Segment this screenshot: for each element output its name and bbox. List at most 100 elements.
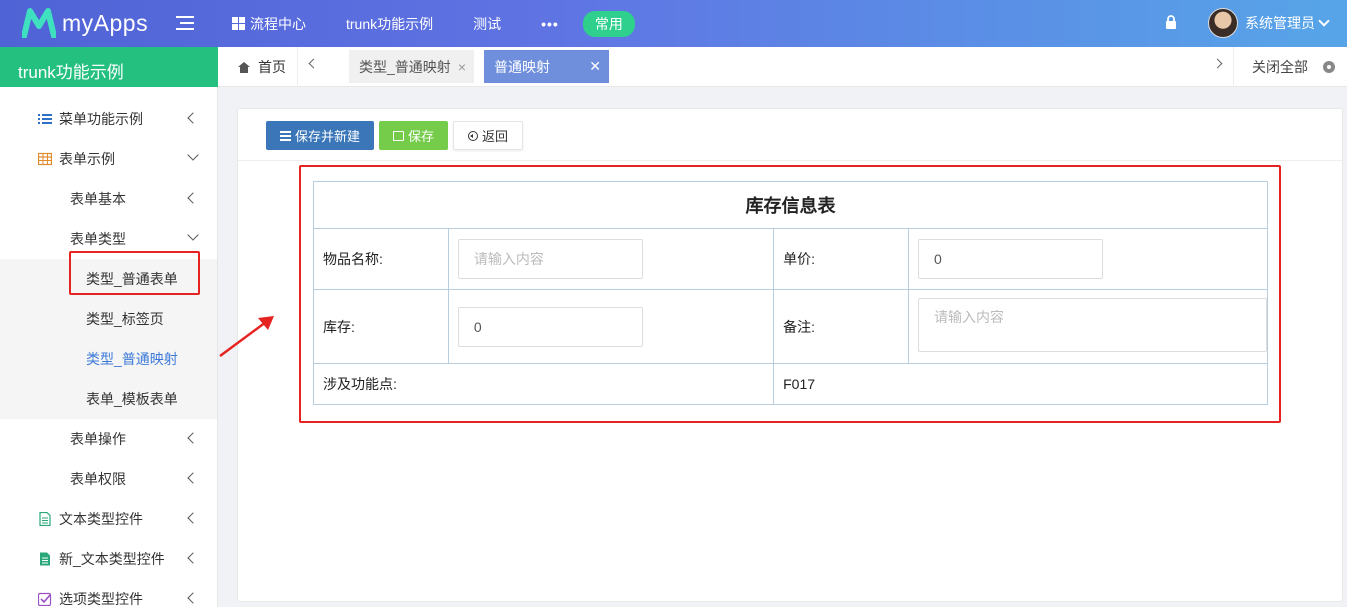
document-icon: [39, 512, 51, 526]
sidebar-item-label: 选项类型控件: [59, 591, 143, 607]
sidebar-item-option-controls[interactable]: 选项类型控件: [0, 579, 217, 607]
sidebar-item-text-controls[interactable]: 文本类型控件: [0, 499, 217, 539]
sidebar-header: trunk功能示例: [0, 47, 218, 87]
button-label: 返回: [481, 129, 508, 144]
feature-point-label: 涉及功能点:: [312, 363, 775, 405]
checkbox-icon: [38, 592, 52, 606]
tab-label: 类型_普通映射: [359, 58, 451, 75]
sidebar-item-form-permissions[interactable]: 表单权限: [0, 459, 217, 499]
item-name-cell: [447, 228, 775, 290]
feature-point-value: F017: [773, 363, 1268, 405]
nav-item-label: 测试: [473, 15, 502, 32]
nav-item-test[interactable]: 测试: [473, 14, 501, 34]
sidebar-item-label: 表单基本: [70, 191, 126, 207]
chevron-right-icon[interactable]: [1212, 58, 1223, 69]
stock-label: 库存:: [313, 289, 449, 364]
close-all-label: 关闭全部: [1252, 59, 1308, 75]
stock-input[interactable]: [457, 306, 643, 347]
logo-icon: [22, 8, 56, 38]
nav-item-process-center[interactable]: 流程中心: [232, 14, 306, 34]
chevron-left-icon: [187, 112, 199, 124]
stock-cell: [447, 289, 775, 364]
sidebar-item-type-tabs[interactable]: 类型_标签页: [0, 299, 217, 339]
sidebar-item-label: 类型_普通映射: [86, 351, 178, 367]
sidebar-item-form-types[interactable]: 表单类型: [0, 219, 217, 259]
form-title: 库存信息表: [313, 181, 1268, 229]
sidebar-item-label: 表单类型: [70, 231, 126, 247]
close-icon[interactable]: ✕: [589, 58, 601, 75]
button-label: 保存并新建: [294, 129, 360, 144]
gear-icon[interactable]: [1323, 61, 1335, 73]
sidebar-item-label: 表单示例: [59, 151, 115, 167]
grid-icon: [232, 17, 245, 30]
tab-bar: 首页 类型_普通映射 × 普通映射 ✕ 关闭全部: [218, 47, 1347, 87]
sidebar-item-form-operations[interactable]: 表单操作: [0, 419, 217, 459]
item-name-input[interactable]: [457, 239, 643, 279]
sidebar-item-label: 类型_标签页: [86, 311, 164, 327]
sidebar-item-label: 菜单功能示例: [59, 111, 143, 127]
annotation-arrow-icon: [219, 316, 274, 358]
sidebar-item-label: 表单权限: [70, 471, 126, 487]
avatar: [1208, 8, 1238, 38]
user-menu[interactable]: 系统管理员: [1208, 8, 1330, 38]
remark-textarea[interactable]: [918, 298, 1267, 352]
back-circle-icon: [467, 130, 478, 141]
menu-toggle-icon[interactable]: [176, 16, 194, 30]
sidebar-item-label: 新_文本类型控件: [59, 551, 165, 567]
lock-icon[interactable]: [1165, 15, 1177, 29]
form-toolbar: 保存并新建 保存 返回: [238, 109, 1342, 161]
inventory-form-table: 库存信息表 物品名称: 单价: 库存: 备注: 涉及功能点: F017: [312, 181, 1268, 405]
nav-item-label: trunk功能示例: [346, 15, 434, 32]
app-name: myApps: [62, 9, 149, 36]
sidebar-item-type-normal-mapping[interactable]: 类型_普通映射: [0, 339, 217, 379]
home-icon: [238, 61, 250, 73]
save-button[interactable]: 保存: [379, 121, 448, 150]
tab-label: 首页: [258, 59, 286, 75]
nav-item-trunk-examples[interactable]: trunk功能示例: [346, 14, 433, 34]
price-input[interactable]: [918, 239, 1103, 279]
save-icon: [392, 130, 404, 141]
chevron-left-icon: [187, 552, 199, 564]
remark-label: 备注:: [773, 289, 909, 364]
more-menu-icon[interactable]: •••: [541, 16, 559, 32]
sidebar-item-form-basic[interactable]: 表单基本: [0, 179, 217, 219]
close-icon[interactable]: ×: [458, 59, 466, 75]
sidebar-item-label: 类型_普通表单: [86, 271, 178, 287]
item-name-label: 物品名称:: [313, 228, 449, 290]
chevron-down-icon: [187, 229, 199, 241]
close-all-button[interactable]: 关闭全部: [1233, 47, 1347, 87]
tab-label: 普通映射: [494, 58, 550, 75]
sidebar-item-template-form[interactable]: 表单_模板表单: [0, 379, 217, 419]
price-cell: [908, 228, 1268, 290]
chevron-left-icon: [187, 592, 199, 604]
tab-home[interactable]: 首页: [218, 47, 298, 87]
chevron-down-icon: [1318, 15, 1330, 27]
chevron-left-icon: [187, 432, 199, 444]
back-button[interactable]: 返回: [453, 121, 523, 150]
chevron-down-icon: [187, 149, 199, 161]
favorites-pill[interactable]: 常用: [582, 10, 635, 37]
table-icon: [38, 152, 52, 166]
app-logo[interactable]: myApps: [22, 8, 148, 38]
chevron-left-icon: [187, 512, 199, 524]
sidebar: 菜单功能示例 表单示例 表单基本 表单类型 类型_普通表单 类型_标签页 类型_…: [0, 87, 218, 607]
list-icon: [38, 114, 52, 124]
list-icon: [279, 130, 291, 141]
top-navigation: 流程中心 trunk功能示例 测试 ••• 常用: [232, 0, 635, 47]
remark-cell: [908, 289, 1268, 364]
tab-normal-mapping[interactable]: 普通映射 ✕: [484, 50, 609, 83]
save-and-new-button[interactable]: 保存并新建: [266, 121, 374, 150]
sidebar-item-form-examples[interactable]: 表单示例: [0, 139, 217, 179]
sidebar-item-label: 表单_模板表单: [86, 391, 178, 407]
sidebar-item-new-text-controls[interactable]: 新_文本类型控件: [0, 539, 217, 579]
sidebar-item-menu-examples[interactable]: 菜单功能示例: [0, 99, 217, 139]
chevron-left-icon: [187, 192, 199, 204]
chevron-left-icon: [187, 472, 199, 484]
file-text-icon: [40, 552, 50, 566]
chevron-left-icon[interactable]: [308, 58, 319, 69]
user-name: 系统管理员: [1245, 15, 1315, 31]
sidebar-item-type-normal-form[interactable]: 类型_普通表单: [0, 259, 217, 299]
tab-type-normal-mapping[interactable]: 类型_普通映射 ×: [349, 50, 474, 83]
nav-item-label: 流程中心: [250, 15, 306, 32]
sidebar-item-label: 文本类型控件: [59, 511, 143, 527]
